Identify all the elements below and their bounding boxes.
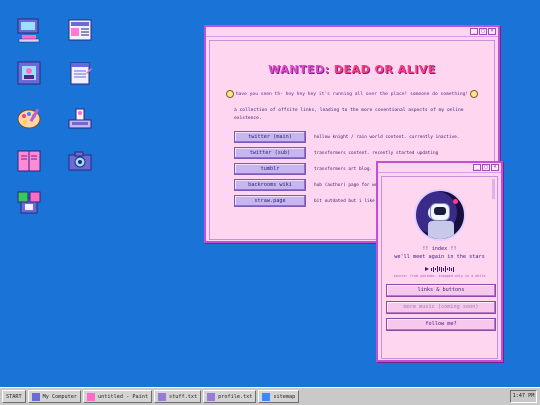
newspaper-icon[interactable] bbox=[65, 15, 95, 45]
main-window-titlebar[interactable]: _ □ × bbox=[206, 27, 498, 37]
book-icon[interactable] bbox=[14, 146, 44, 176]
taskbar-item[interactable]: untitled - Paint bbox=[82, 390, 152, 403]
link-button-tumblr[interactable]: tumblr bbox=[234, 163, 306, 175]
maximize-button[interactable]: □ bbox=[482, 164, 490, 171]
page-title: WANTED: DEAD OR ALIVE bbox=[216, 63, 488, 76]
description: a collection of offsite links, leading t… bbox=[234, 108, 464, 121]
maximize-button[interactable]: □ bbox=[479, 28, 487, 35]
link-row: twitter (sub) transformers content. recen… bbox=[234, 147, 488, 159]
picture-icon[interactable] bbox=[14, 58, 44, 88]
paint-palette-icon[interactable] bbox=[14, 103, 44, 133]
audio-source: source: from youtube. snapped only in a … bbox=[393, 274, 486, 278]
notepad-icon bbox=[207, 392, 216, 401]
follow-me-button[interactable]: follow me? bbox=[386, 318, 496, 331]
taskbar-item-label: My Computer bbox=[42, 393, 77, 400]
profile-window: _ □ × !! index !! we'll meet again in th… bbox=[376, 161, 503, 362]
avatar bbox=[413, 189, 466, 241]
profile-window-titlebar[interactable]: _ □ × bbox=[378, 163, 501, 173]
scrollbar[interactable] bbox=[492, 179, 495, 199]
profile-subtitle: we'll meet again in the stars bbox=[394, 254, 485, 260]
taskbar-item-label: profile.txt bbox=[218, 393, 253, 400]
link-description: hollow knight / rain world content. curr… bbox=[314, 134, 460, 140]
audio-player[interactable] bbox=[386, 266, 493, 272]
profile-window-content: !! index !! we'll meet again in the star… bbox=[381, 176, 498, 359]
minimize-button[interactable]: _ bbox=[470, 28, 478, 35]
profile-name: !! index !! bbox=[422, 246, 457, 252]
greeting: have you seen th- hey hey hey it's runni… bbox=[216, 90, 488, 98]
computer-icon bbox=[31, 392, 40, 401]
camera-icon[interactable] bbox=[65, 146, 95, 176]
close-button[interactable]: × bbox=[491, 164, 499, 171]
smiley-icon bbox=[225, 90, 234, 98]
more-music-button[interactable]: more music (coming soon) bbox=[386, 301, 496, 314]
close-button[interactable]: × bbox=[488, 28, 496, 35]
greeting-text: have you seen th- hey hey hey it's runni… bbox=[235, 91, 469, 97]
taskbar-item[interactable]: stuff.txt bbox=[153, 390, 202, 403]
taskbar-items: My Computer untitled - Paint stuff.txt prof… bbox=[27, 390, 300, 403]
link-button-straw-page[interactable]: straw.page bbox=[234, 195, 306, 207]
taskbar: START My Computer untitled - Paint stuff.t… bbox=[0, 387, 540, 405]
paint-icon bbox=[86, 392, 95, 401]
minimize-button[interactable]: _ bbox=[473, 164, 481, 171]
waveform-icon bbox=[431, 266, 454, 272]
title-part2: DEAD OR ALIVE bbox=[333, 63, 436, 76]
link-description: transformers content. recently started u… bbox=[314, 150, 439, 156]
scanner-icon[interactable] bbox=[65, 103, 95, 133]
link-row: twitter (main) hollow knight / rain world… bbox=[234, 131, 488, 143]
taskbar-item-label: stuff.txt bbox=[168, 393, 198, 400]
setup-icon[interactable] bbox=[14, 187, 44, 217]
link-button-twitter-main[interactable]: twitter (main) bbox=[234, 131, 306, 143]
computer-icon[interactable] bbox=[14, 15, 44, 45]
clock: 1:47 PM bbox=[510, 390, 537, 403]
play-icon[interactable] bbox=[425, 267, 429, 271]
title-part1: WANTED: bbox=[268, 63, 330, 76]
link-button-twitter-sub[interactable]: twitter (sub) bbox=[234, 147, 306, 159]
start-button[interactable]: START bbox=[2, 390, 26, 403]
taskbar-item[interactable]: profile.txt bbox=[203, 390, 257, 403]
notepad-icon bbox=[157, 392, 166, 401]
window-icon bbox=[262, 392, 271, 401]
astronaut-body bbox=[427, 221, 454, 239]
links-buttons-button[interactable]: links & buttons bbox=[386, 284, 496, 297]
smiley-icon bbox=[470, 90, 479, 98]
astronaut-visor bbox=[433, 207, 446, 215]
link-button-backrooms-wiki[interactable]: backrooms wiki bbox=[234, 179, 306, 191]
taskbar-item-label: untitled - Paint bbox=[97, 393, 148, 400]
link-description: transformers art blog. bbox=[314, 166, 373, 172]
taskbar-item[interactable]: sitemap bbox=[258, 390, 300, 403]
taskbar-item[interactable]: My Computer bbox=[27, 390, 81, 403]
taskbar-item-label: sitemap bbox=[273, 393, 296, 400]
notepad-icon[interactable] bbox=[65, 58, 95, 88]
planet-dot bbox=[452, 199, 458, 204]
